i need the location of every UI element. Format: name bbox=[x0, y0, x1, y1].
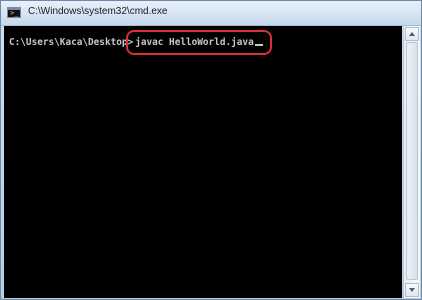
scroll-down-button[interactable] bbox=[405, 283, 419, 297]
scroll-up-arrow-icon bbox=[409, 32, 415, 36]
scroll-up-button[interactable] bbox=[405, 27, 419, 41]
console-output-area[interactable]: C:\Users\Kaca\Desktop> javac HelloWorld.j… bbox=[4, 26, 402, 298]
icon-prompt-glyph: >_ bbox=[10, 9, 19, 17]
vertical-scrollbar[interactable] bbox=[403, 26, 420, 298]
scroll-down-arrow-icon bbox=[409, 288, 415, 292]
command-prompt-icon[interactable]: >_ bbox=[7, 7, 21, 18]
window-title: C:\Windows\system32\cmd.exe bbox=[28, 6, 168, 17]
console-window: >_ C:\Windows\system32\cmd.exe C:\Users\… bbox=[0, 0, 422, 300]
current-directory-prompt: C:\Users\Kaca\Desktop> bbox=[9, 37, 134, 48]
scroll-thumb[interactable] bbox=[406, 42, 418, 280]
prompt-line: C:\Users\Kaca\Desktop> javac HelloWorld.j… bbox=[9, 30, 272, 55]
title-bar[interactable]: >_ C:\Windows\system32\cmd.exe bbox=[1, 1, 421, 26]
text-cursor bbox=[254, 44, 263, 46]
typed-command: javac HelloWorld.java bbox=[135, 37, 254, 48]
highlighted-command: javac HelloWorld.java bbox=[126, 30, 272, 55]
